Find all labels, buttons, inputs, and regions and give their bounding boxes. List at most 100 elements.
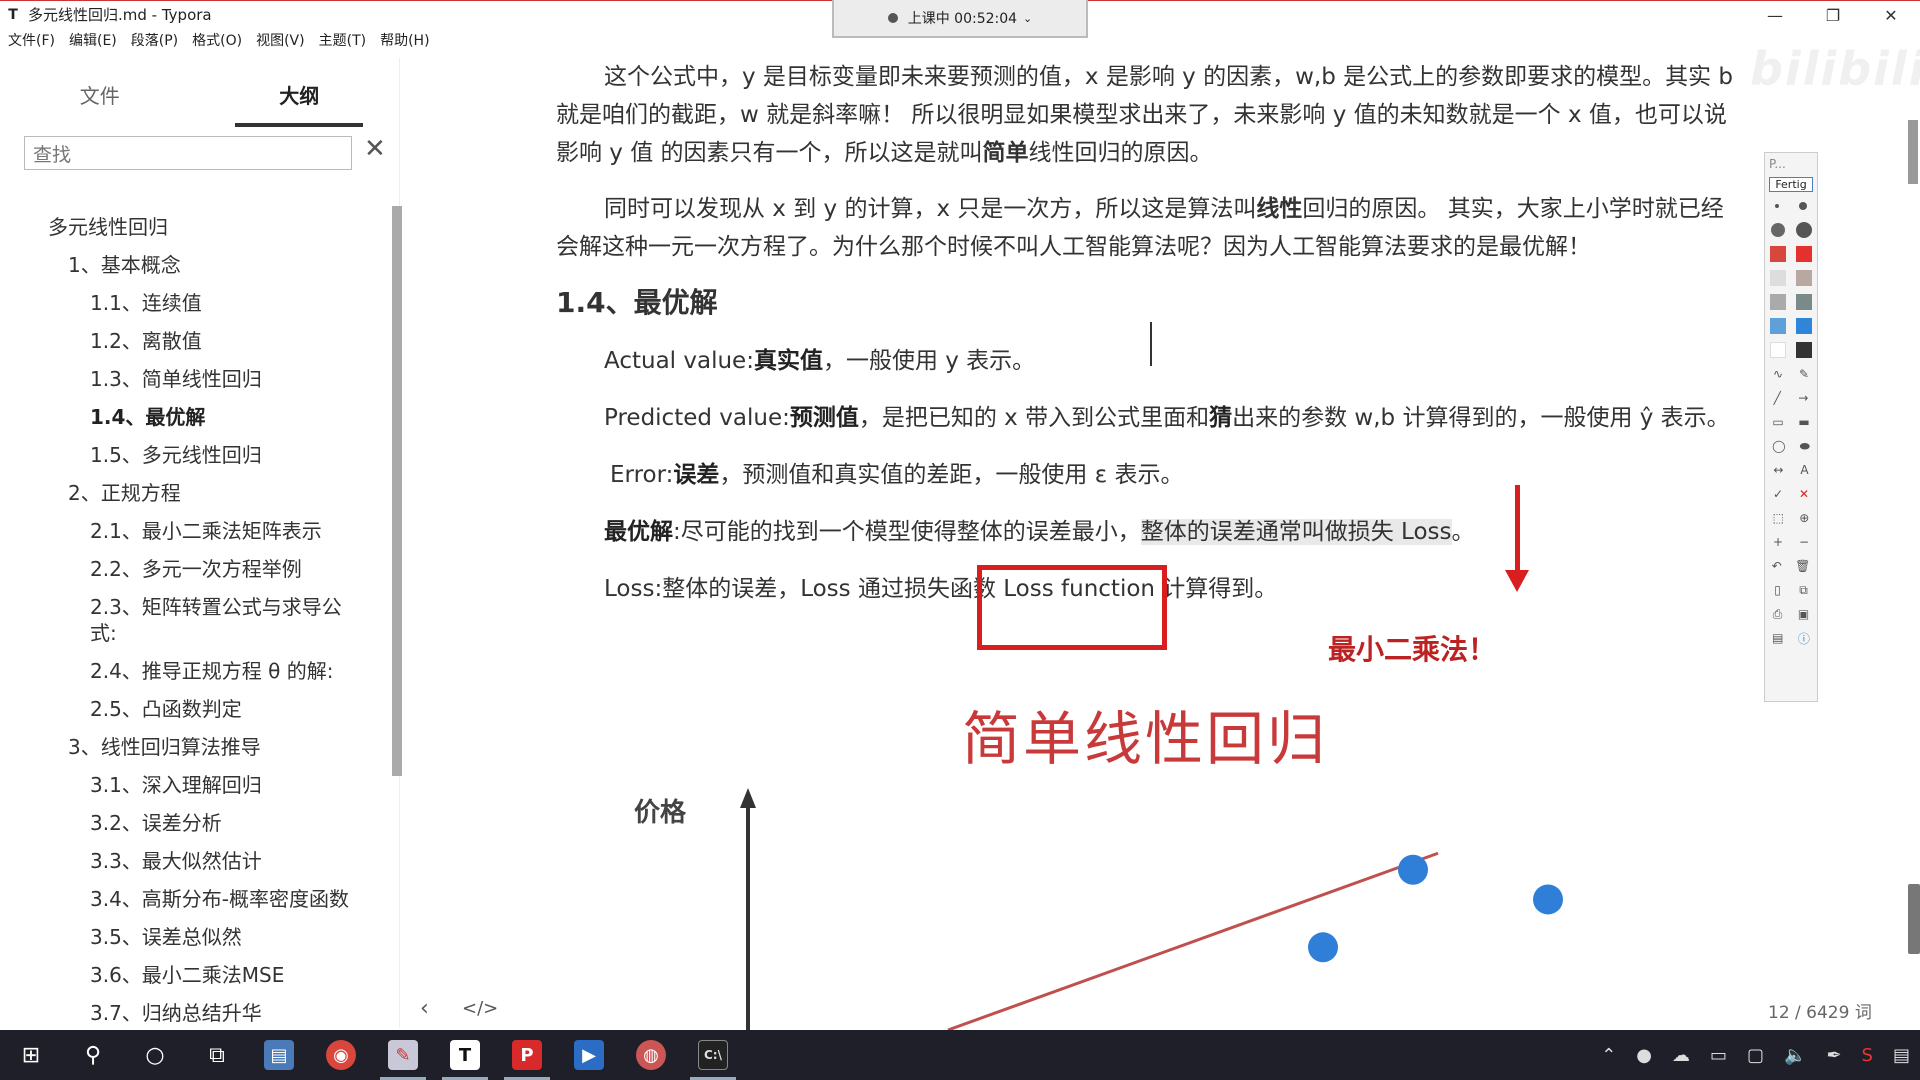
color-white2-icon[interactable] bbox=[1770, 342, 1786, 358]
print-icon[interactable]: ⎙ bbox=[1773, 607, 1783, 622]
outline-item[interactable]: 多元线性回归 bbox=[0, 208, 392, 246]
menu-view[interactable]: 视图(V) bbox=[256, 30, 305, 54]
double-arrow-icon[interactable]: ↔ bbox=[1773, 463, 1783, 477]
color-black-icon[interactable] bbox=[1796, 342, 1812, 358]
close-button[interactable]: ✕ bbox=[1862, 1, 1920, 29]
outline-item[interactable]: 2、正规方程 bbox=[0, 474, 392, 512]
source-code-mode-button[interactable]: </> bbox=[462, 998, 498, 1019]
outline-item[interactable]: 3.7、归纳总结升华 bbox=[0, 994, 392, 1032]
menu-paragraph[interactable]: 段落(P) bbox=[131, 30, 178, 54]
tray-chevron-up-icon[interactable]: ⌃ bbox=[1601, 1045, 1616, 1066]
volume-icon[interactable]: 🔈 bbox=[1784, 1045, 1806, 1066]
terminal-icon[interactable]: C:\ bbox=[682, 1030, 744, 1080]
close-icon[interactable]: ✕ bbox=[364, 134, 386, 164]
menu-format[interactable]: 格式(O) bbox=[192, 30, 242, 54]
paint-app-icon[interactable]: ✎ bbox=[372, 1030, 434, 1080]
save-icon[interactable]: ▣ bbox=[1798, 607, 1809, 621]
pencil-icon[interactable]: ✎ bbox=[1799, 367, 1809, 381]
plus-icon[interactable]: + bbox=[1773, 535, 1783, 549]
copy-icon[interactable]: ⧉ bbox=[1799, 583, 1808, 598]
outline-item[interactable]: 1.1、连续值 bbox=[0, 284, 392, 322]
info-icon[interactable]: ⓘ bbox=[1798, 630, 1810, 647]
delete-x-icon[interactable]: ✕ bbox=[1799, 487, 1809, 501]
typora-taskbar-icon[interactable]: T bbox=[434, 1030, 496, 1080]
color-gray-icon[interactable] bbox=[1770, 294, 1786, 310]
minus-icon[interactable]: − bbox=[1799, 535, 1809, 549]
palette-done-button[interactable]: Fertig bbox=[1769, 177, 1813, 192]
windows-start-icon[interactable]: ⊞ bbox=[0, 1030, 62, 1080]
line-icon[interactable]: ╱ bbox=[1774, 391, 1781, 405]
color-beige-icon[interactable] bbox=[1796, 270, 1812, 286]
large-dot-icon[interactable] bbox=[1770, 223, 1785, 237]
color-darkgray-icon[interactable] bbox=[1796, 294, 1812, 310]
maximize-button[interactable]: ❐ bbox=[1804, 1, 1862, 29]
color-red-light-icon[interactable] bbox=[1770, 246, 1786, 262]
medium-dot-icon[interactable] bbox=[1799, 202, 1807, 210]
text-tool-icon[interactable]: A bbox=[1800, 463, 1808, 477]
menu-edit[interactable]: 编辑(E) bbox=[69, 30, 117, 54]
color-blue-icon[interactable] bbox=[1796, 318, 1812, 334]
check-icon[interactable]: ✓ bbox=[1773, 487, 1783, 501]
outline-item[interactable]: 3.5、误差总似然 bbox=[0, 918, 392, 956]
outline-item[interactable]: 2.4、推导正规方程 θ 的解: bbox=[0, 652, 392, 690]
export-icon[interactable]: ▤ bbox=[1772, 631, 1783, 645]
tab-outline[interactable]: 大纲 bbox=[200, 58, 400, 127]
color-lightblue-icon[interactable] bbox=[1770, 318, 1786, 334]
notification-icon[interactable]: ▤ bbox=[1893, 1045, 1910, 1066]
video-app-icon[interactable]: ▶ bbox=[558, 1030, 620, 1080]
tray-app-icon[interactable]: ● bbox=[1636, 1045, 1652, 1066]
cortana-icon[interactable]: ○ bbox=[124, 1030, 186, 1080]
sidebar-scrollbar[interactable] bbox=[392, 206, 402, 776]
chevron-left-icon[interactable]: ‹ bbox=[420, 996, 429, 1021]
outline-item[interactable]: 3.3、最大似然估计 bbox=[0, 842, 392, 880]
ellipse-icon[interactable]: ◯ bbox=[1772, 439, 1785, 453]
trash-icon[interactable]: 🗑 bbox=[1795, 559, 1810, 573]
zoom-icon[interactable]: ⊕ bbox=[1799, 511, 1809, 525]
word-count[interactable]: 12 / 6429 词 bbox=[1768, 998, 1872, 1023]
outline-item[interactable]: 1.3、简单线性回归 bbox=[0, 360, 392, 398]
editor-scrollbar[interactable] bbox=[1908, 120, 1918, 184]
filled-rectangle-icon[interactable]: ▬ bbox=[1798, 415, 1809, 429]
small-dot-icon[interactable] bbox=[1775, 204, 1779, 208]
new-page-icon[interactable]: ▯ bbox=[1774, 583, 1781, 597]
outline-search-input[interactable]: 查找 bbox=[24, 136, 352, 170]
menu-theme[interactable]: 主题(T) bbox=[319, 30, 366, 54]
menu-help[interactable]: 帮助(H) bbox=[380, 30, 429, 54]
color-white-icon[interactable] bbox=[1770, 270, 1786, 286]
chrome-icon[interactable]: ◉ bbox=[310, 1030, 372, 1080]
minimize-button[interactable]: — bbox=[1746, 1, 1804, 29]
freehand-icon[interactable]: ∿ bbox=[1773, 367, 1783, 381]
outline-item[interactable]: 1.5、多元线性回归 bbox=[0, 436, 392, 474]
rectangle-icon[interactable]: ▭ bbox=[1772, 415, 1783, 429]
menu-file[interactable]: 文件(F) bbox=[8, 30, 55, 54]
pdf-app-icon[interactable]: P bbox=[496, 1030, 558, 1080]
tab-files[interactable]: 文件 bbox=[0, 58, 200, 124]
network-icon[interactable]: ▢ bbox=[1747, 1045, 1764, 1066]
filled-ellipse-icon[interactable]: ⬬ bbox=[1800, 439, 1810, 454]
recording-indicator[interactable]: 上课中 00:52:04 ⌄ bbox=[832, 0, 1088, 38]
file-explorer-icon[interactable]: ▤ bbox=[248, 1030, 310, 1080]
media-app-icon[interactable]: ◍ bbox=[620, 1030, 682, 1080]
outline-item[interactable]: 3.6、最小二乘法MSE bbox=[0, 956, 392, 994]
outline-item[interactable]: 2.2、多元一次方程举例 bbox=[0, 550, 392, 588]
outline-item[interactable]: 3.1、深入理解回归 bbox=[0, 766, 392, 804]
battery-icon[interactable]: ▭ bbox=[1710, 1045, 1727, 1066]
outline-item[interactable]: 1.4、最优解 bbox=[0, 398, 392, 436]
outline-item[interactable]: 2.3、矩阵转置公式与求导公式: bbox=[0, 588, 392, 652]
onedrive-cloud-icon[interactable]: ☁ bbox=[1672, 1045, 1690, 1066]
outline-item[interactable]: 2.1、最小二乘法矩阵表示 bbox=[0, 512, 392, 550]
outline-item[interactable]: 2.5、凸函数判定 bbox=[0, 690, 392, 728]
search-icon[interactable]: ⚲ bbox=[62, 1030, 124, 1080]
pen-icon[interactable]: ✒ bbox=[1826, 1045, 1841, 1066]
arrow-icon[interactable]: → bbox=[1798, 391, 1808, 405]
undo-icon[interactable]: ↶ bbox=[1772, 559, 1782, 573]
color-red-icon[interactable] bbox=[1796, 246, 1812, 262]
outline-item[interactable]: 1.2、离散值 bbox=[0, 322, 392, 360]
select-icon[interactable]: ⬚ bbox=[1773, 511, 1784, 525]
screen-scroll-handle[interactable] bbox=[1908, 884, 1920, 954]
task-view-icon[interactable]: ⧉ bbox=[186, 1030, 248, 1080]
xlarge-dot-icon[interactable] bbox=[1795, 222, 1812, 238]
outline-item[interactable]: 3、线性回归算法推导 bbox=[0, 728, 392, 766]
input-method-icon[interactable]: S bbox=[1862, 1045, 1873, 1066]
outline-item[interactable]: 3.4、高斯分布-概率密度函数 bbox=[0, 880, 392, 918]
